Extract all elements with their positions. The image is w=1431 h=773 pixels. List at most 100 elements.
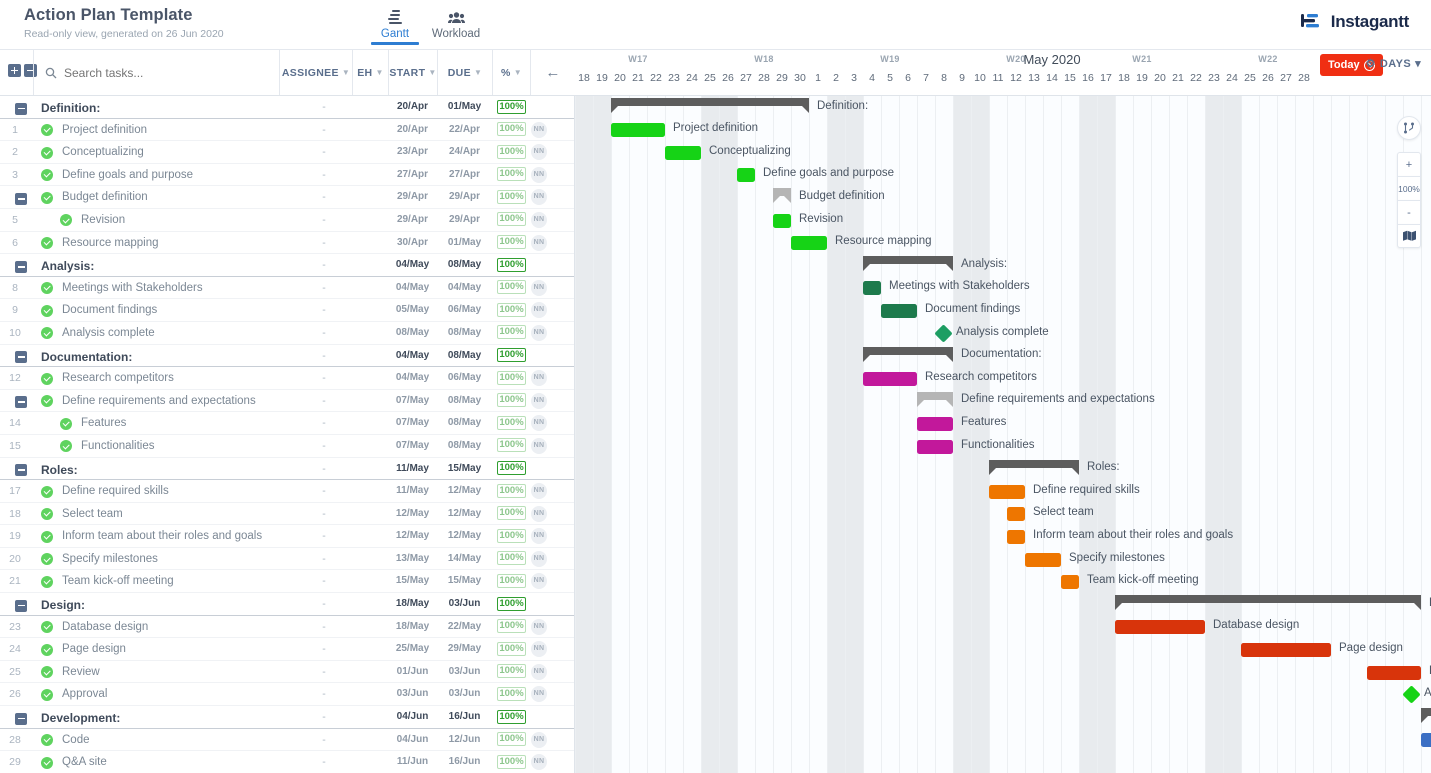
column-header-eh[interactable]: EH ▼: [352, 50, 388, 95]
task-name[interactable]: Conceptualizing: [62, 146, 144, 158]
task-name[interactable]: Analysis:: [41, 259, 94, 273]
column-header-start[interactable]: START ▼: [388, 50, 437, 95]
table-row[interactable]: 24Page design-25/May29/May100%NN: [0, 638, 574, 661]
row-collapse-toggle[interactable]: [15, 261, 27, 273]
task-complete-check-icon[interactable]: [41, 373, 53, 385]
table-row[interactable]: Budget definition-29/Apr29/Apr100%NN: [0, 186, 574, 209]
gantt-task-bar[interactable]: [1421, 733, 1431, 747]
task-name[interactable]: Design:: [41, 598, 85, 612]
avatar[interactable]: NN: [531, 641, 547, 657]
avatar[interactable]: NN: [531, 302, 547, 318]
row-collapse-toggle[interactable]: [15, 396, 27, 408]
avatar[interactable]: NN: [531, 212, 547, 228]
task-complete-check-icon[interactable]: [41, 305, 53, 317]
task-complete-check-icon[interactable]: [41, 576, 53, 588]
task-name[interactable]: Functionalities: [81, 440, 155, 452]
gantt-task-bar[interactable]: [1241, 643, 1331, 657]
task-complete-check-icon[interactable]: [41, 508, 53, 520]
task-complete-check-icon[interactable]: [60, 418, 72, 430]
avatar[interactable]: NN: [531, 370, 547, 386]
avatar[interactable]: NN: [531, 122, 547, 138]
table-row[interactable]: 2Conceptualizing-23/Apr24/Apr100%NN: [0, 141, 574, 164]
gantt-task-bar[interactable]: [863, 372, 917, 386]
row-collapse-toggle[interactable]: [15, 103, 27, 115]
avatar[interactable]: NN: [531, 167, 547, 183]
task-name[interactable]: Document findings: [62, 304, 157, 316]
table-row[interactable]: 10Analysis complete-08/May08/May100%NN: [0, 322, 574, 345]
task-complete-check-icon[interactable]: [41, 124, 53, 136]
table-row[interactable]: 12Research competitors-04/May06/May100%N…: [0, 367, 574, 390]
gantt-task-bar[interactable]: [917, 417, 953, 431]
task-complete-check-icon[interactable]: [41, 644, 53, 656]
row-collapse-toggle[interactable]: [15, 193, 27, 205]
task-name[interactable]: Project definition: [62, 124, 147, 136]
collapse-panel-button[interactable]: ←: [530, 50, 575, 95]
table-row[interactable]: Define requirements and expectations-07/…: [0, 390, 574, 413]
task-name[interactable]: Define requirements and expectations: [62, 395, 256, 407]
task-complete-check-icon[interactable]: [41, 689, 53, 701]
avatar[interactable]: NN: [531, 235, 547, 251]
task-name[interactable]: Approval: [62, 688, 107, 700]
column-header-due[interactable]: DUE ▼: [437, 50, 492, 95]
gantt-task-bar[interactable]: [1025, 553, 1061, 567]
table-row[interactable]: 18Select team-12/May12/May100%NN: [0, 503, 574, 526]
search-input[interactable]: [64, 66, 254, 80]
gantt-task-bar[interactable]: [1061, 575, 1079, 589]
task-name[interactable]: Specify milestones: [62, 553, 158, 565]
gantt-summary-bar[interactable]: [773, 188, 791, 196]
gantt-summary-bar[interactable]: [917, 392, 953, 400]
dependency-branch-icon[interactable]: [1397, 116, 1421, 140]
task-group-row[interactable]: Design:-18/May03/Jun100%: [0, 593, 574, 616]
gantt-task-bar[interactable]: [989, 485, 1025, 499]
gantt-task-bar[interactable]: [1007, 530, 1025, 544]
task-group-row[interactable]: Definition:-20/Apr01/May100%: [0, 96, 574, 119]
gantt-task-bar[interactable]: [1007, 507, 1025, 521]
task-name[interactable]: Budget definition: [62, 191, 148, 203]
task-name[interactable]: Inform team about their roles and goals: [62, 530, 262, 542]
task-name[interactable]: Definition:: [41, 101, 100, 115]
row-collapse-toggle[interactable]: [15, 600, 27, 612]
task-complete-check-icon[interactable]: [41, 192, 53, 204]
row-collapse-toggle[interactable]: [15, 351, 27, 363]
task-name[interactable]: Q&A site: [62, 756, 107, 768]
avatar[interactable]: NN: [531, 732, 547, 748]
task-name[interactable]: Meetings with Stakeholders: [62, 282, 203, 294]
task-name[interactable]: Database design: [62, 621, 148, 633]
gantt-milestone-diamond[interactable]: [1402, 685, 1420, 703]
table-row[interactable]: 5Revision-29/Apr29/Apr100%NN: [0, 209, 574, 232]
expand-all-icon[interactable]: [8, 64, 21, 77]
gantt-summary-bar[interactable]: [1115, 595, 1421, 603]
table-row[interactable]: 28Code-04/Jun12/Jun100%NN: [0, 729, 574, 752]
task-name[interactable]: Code: [62, 734, 90, 746]
avatar[interactable]: NN: [531, 573, 547, 589]
zoom-out-button[interactable]: -: [1397, 200, 1421, 224]
table-row[interactable]: 8Meetings with Stakeholders-04/May04/May…: [0, 277, 574, 300]
gantt-summary-bar[interactable]: [863, 256, 953, 264]
task-name[interactable]: Documentation:: [41, 350, 132, 364]
task-group-row[interactable]: Roles:-11/May15/May100%: [0, 458, 574, 481]
row-collapse-toggle[interactable]: [15, 713, 27, 725]
gantt-chart-area[interactable]: Definition:Project definitionConceptuali…: [575, 96, 1431, 773]
task-complete-check-icon[interactable]: [41, 666, 53, 678]
task-name[interactable]: Review: [62, 666, 100, 678]
table-row[interactable]: 1Project definition-20/Apr22/Apr100%NN: [0, 119, 574, 142]
avatar[interactable]: NN: [531, 506, 547, 522]
task-group-row[interactable]: Documentation:-04/May08/May100%: [0, 345, 574, 368]
table-row[interactable]: 20Specify milestones-13/May14/May100%NN: [0, 548, 574, 571]
task-complete-check-icon[interactable]: [41, 169, 53, 181]
task-name[interactable]: Resource mapping: [62, 237, 159, 249]
table-row[interactable]: 23Database design-18/May22/May100%NN: [0, 616, 574, 639]
gantt-task-bar[interactable]: [737, 168, 755, 182]
table-row[interactable]: 29Q&A site-11/Jun16/Jun100%NN: [0, 751, 574, 773]
avatar[interactable]: NN: [531, 325, 547, 341]
table-row[interactable]: 17Define required skills-11/May12/May100…: [0, 480, 574, 503]
table-row[interactable]: 25Review-01/Jun03/Jun100%NN: [0, 661, 574, 684]
task-name[interactable]: Revision: [81, 214, 125, 226]
task-complete-check-icon[interactable]: [41, 282, 53, 294]
task-complete-check-icon[interactable]: [41, 327, 53, 339]
gantt-task-bar[interactable]: [863, 281, 881, 295]
table-row[interactable]: 15Functionalities-07/May08/May100%NN: [0, 435, 574, 458]
avatar[interactable]: NN: [531, 280, 547, 296]
gantt-task-bar[interactable]: [881, 304, 917, 318]
task-name[interactable]: Team kick-off meeting: [62, 575, 174, 587]
